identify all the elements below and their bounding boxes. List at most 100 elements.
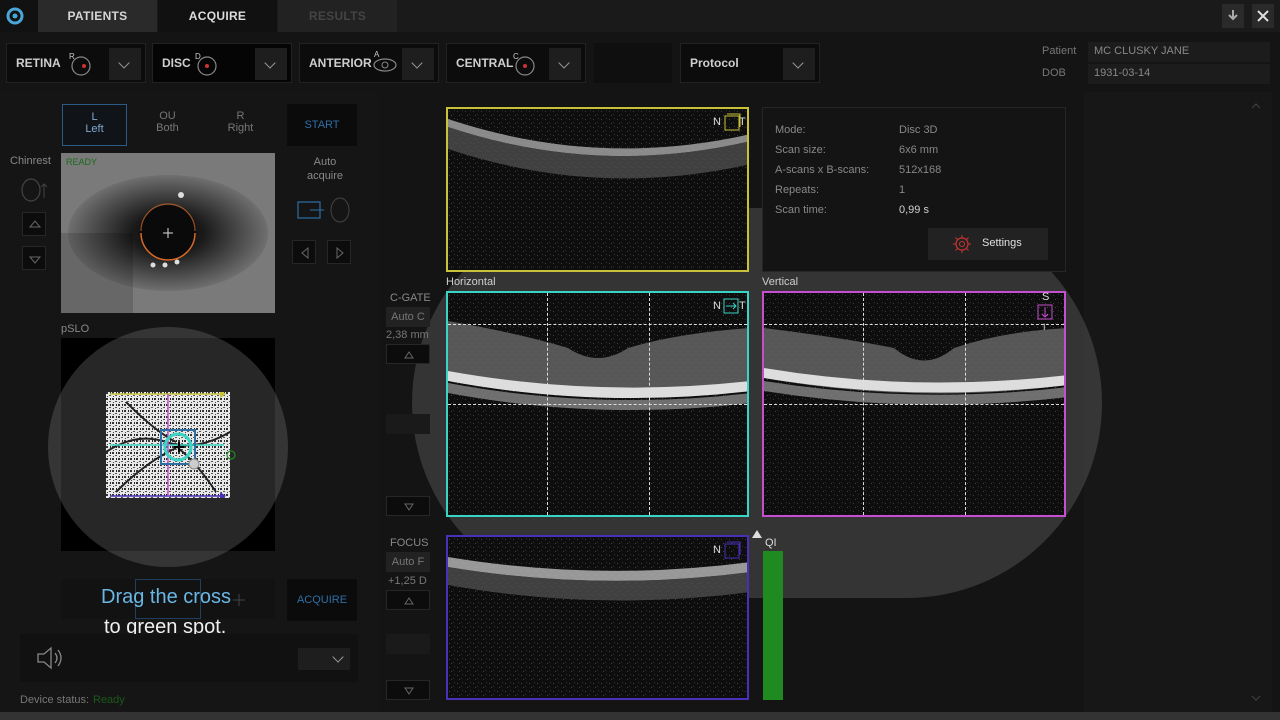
top-bar: PATIENTS ACQUIRE RESULTS	[0, 0, 1280, 32]
arrow-down-icon	[404, 503, 414, 511]
tab-acquire[interactable]: ACQUIRE	[158, 0, 277, 32]
chevron-down-icon	[558, 57, 570, 69]
eye-right-bottom: Right	[227, 122, 254, 134]
mode-label: Mode:	[775, 124, 806, 136]
eye-right-button[interactable]: R Right	[208, 104, 273, 146]
camera-status-text: READY	[66, 157, 98, 167]
vertical-label: Vertical	[762, 276, 799, 288]
start-button[interactable]: START	[287, 104, 357, 146]
patient-name-field: MC CLUSKY JANE	[1088, 42, 1270, 62]
patient-name: MC CLUSKY JANE	[1094, 45, 1190, 57]
grid-line	[764, 324, 1064, 325]
repeats-value: 1	[899, 184, 906, 196]
eye-both-button[interactable]: OU Both	[135, 104, 200, 146]
focus-auto-button[interactable]: Auto F	[386, 552, 430, 572]
scan-time-value: 0,99 s	[899, 204, 929, 216]
gear-icon	[953, 235, 971, 253]
download-icon[interactable]	[1222, 4, 1244, 28]
bottom-bscan-preview[interactable]	[446, 535, 749, 700]
grid-line	[448, 324, 747, 325]
device-status-label: Device status:	[20, 694, 90, 706]
eye-both-bottom: Both	[156, 122, 179, 134]
cgate-auto-button[interactable]: Auto C	[386, 307, 430, 327]
scan-time-label: Scan time:	[775, 204, 827, 216]
cgate-value: 2,38 mm	[386, 329, 429, 341]
qi-label: QI	[765, 537, 777, 549]
retina-label: RETINA	[16, 56, 61, 70]
scroll-up-icon[interactable]	[1246, 98, 1266, 114]
bottom-direction-icon	[724, 541, 741, 559]
speaker-icon[interactable]	[34, 644, 64, 672]
settings-button[interactable]: Settings	[928, 228, 1048, 260]
chevron-down-icon	[118, 57, 130, 69]
disc-label: DISC	[162, 56, 191, 70]
vertical-bscan[interactable]	[762, 291, 1066, 517]
scan-size-label: Scan size:	[775, 144, 826, 156]
crosshair-icon	[233, 594, 245, 606]
tab-results[interactable]: RESULTS	[278, 0, 397, 32]
top-scan-n: N	[713, 116, 721, 128]
ascans-label: A-scans x B-scans:	[775, 164, 870, 176]
close-icon[interactable]	[1252, 4, 1274, 28]
move-right-button[interactable]	[327, 240, 351, 264]
acquire-button[interactable]: ACQUIRE	[287, 579, 357, 621]
ascans-value: 512x168	[899, 164, 942, 176]
arrow-left-icon	[301, 246, 309, 260]
focus-value: +1,25 D	[388, 575, 427, 587]
anterior-mode-button[interactable]: ANTERIOR A	[299, 43, 439, 83]
central-mode-button[interactable]: CENTRAL C	[446, 43, 586, 83]
retina-mode-button[interactable]: RETINA R	[6, 43, 146, 83]
cgate-up-button[interactable]	[386, 344, 430, 364]
vertical-scan-i: I	[1043, 322, 1046, 332]
focus-slider[interactable]	[386, 634, 430, 654]
focus-down-button[interactable]	[386, 680, 430, 700]
repeats-label: Repeats:	[775, 184, 820, 196]
target-green-spot-icon	[226, 450, 236, 460]
bottom-scan-n: N	[713, 544, 721, 556]
eye-left-bottom: Left	[85, 123, 104, 135]
protocol-button[interactable]: Protocol	[680, 43, 820, 83]
app-logo-icon	[0, 0, 38, 32]
protocol-dropdown[interactable]	[783, 48, 815, 80]
chevron-down-icon	[264, 57, 276, 69]
fundus-scan-map[interactable]	[106, 392, 230, 498]
focus-up-button[interactable]	[386, 590, 430, 610]
scroll-down-icon[interactable]	[1246, 690, 1266, 706]
scan-size-value: 6x6 mm	[899, 144, 939, 156]
chevron-down-icon	[411, 57, 423, 69]
eye-right-top: R	[236, 110, 245, 122]
chinrest-label: Chinrest	[10, 155, 51, 167]
disc-dropdown[interactable]	[255, 48, 287, 80]
horizontal-direction-icon	[723, 298, 739, 314]
move-left-button[interactable]	[292, 240, 316, 264]
qi-bar	[763, 551, 783, 700]
anterior-eye-icon	[373, 58, 397, 72]
anterior-camera-view	[61, 153, 275, 313]
eye-left-button[interactable]: L Left	[62, 104, 127, 146]
volume-dropdown[interactable]	[298, 648, 350, 670]
anterior-dropdown[interactable]	[402, 48, 434, 80]
protocol-label: Protocol	[690, 56, 739, 70]
right-panel	[1084, 92, 1272, 712]
top-bscan-preview[interactable]	[446, 107, 749, 272]
retina-dropdown[interactable]	[109, 48, 141, 80]
anterior-label: ANTERIOR	[309, 56, 372, 70]
chevron-down-icon	[332, 651, 344, 663]
tab-patients[interactable]: PATIENTS	[38, 0, 157, 32]
mode-value: Disc 3D	[899, 124, 938, 136]
arrow-up-icon	[404, 351, 414, 359]
disc-mode-button[interactable]: DISC D	[152, 43, 292, 83]
qi-pointer-icon	[752, 525, 762, 538]
patient-label: Patient	[1042, 45, 1077, 57]
horizontal-label: Horizontal	[446, 276, 496, 288]
central-label: CENTRAL	[456, 56, 514, 70]
dob-field: 1931-03-14	[1088, 64, 1270, 84]
cgate-down-button[interactable]	[386, 496, 430, 516]
chinrest-down-button[interactable]	[22, 246, 46, 270]
central-dropdown[interactable]	[549, 48, 581, 80]
chinrest-up-button[interactable]	[22, 212, 46, 236]
grid-line	[448, 404, 747, 405]
horizontal-bscan[interactable]	[446, 291, 749, 517]
cgate-slider[interactable]	[386, 414, 430, 434]
focus-label: FOCUS	[390, 537, 429, 549]
